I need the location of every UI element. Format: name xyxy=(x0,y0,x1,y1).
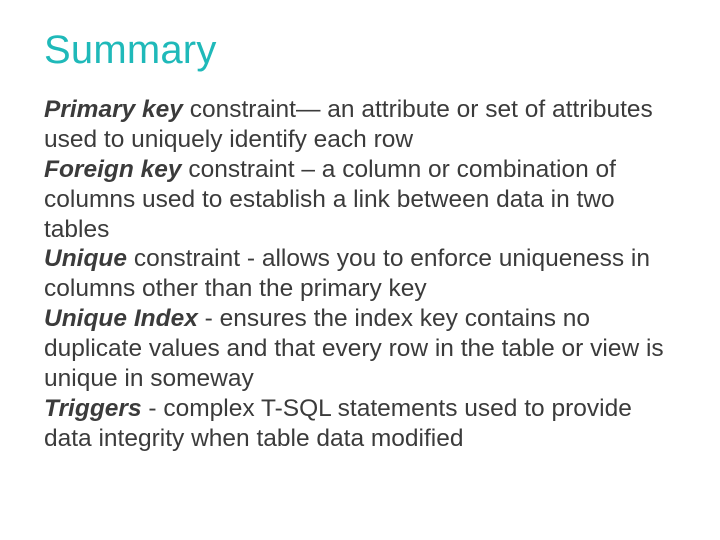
definition-foreign-key: Foreign key constraint – a column or com… xyxy=(44,155,676,245)
definition-triggers: Triggers - complex T-SQL statements used… xyxy=(44,394,676,454)
slide-title: Summary xyxy=(44,28,676,73)
desc-unique-constraint: constraint - allows you to enforce uniqu… xyxy=(44,245,650,302)
term-primary-key: Primary key xyxy=(44,96,183,123)
term-unique-constraint: Unique xyxy=(44,245,127,272)
definition-unique-index: Unique Index - ensures the index key con… xyxy=(44,304,676,394)
definition-primary-key: Primary key constraint— an attribute or … xyxy=(44,95,676,155)
term-foreign-key: Foreign key xyxy=(44,156,182,183)
term-triggers: Triggers xyxy=(44,395,142,422)
term-unique-index: Unique Index xyxy=(44,305,198,332)
definition-unique-constraint: Unique constraint - allows you to enforc… xyxy=(44,244,676,304)
slide-body: Primary key constraint— an attribute or … xyxy=(44,95,676,454)
slide: Summary Primary key constraint— an attri… xyxy=(0,0,720,540)
